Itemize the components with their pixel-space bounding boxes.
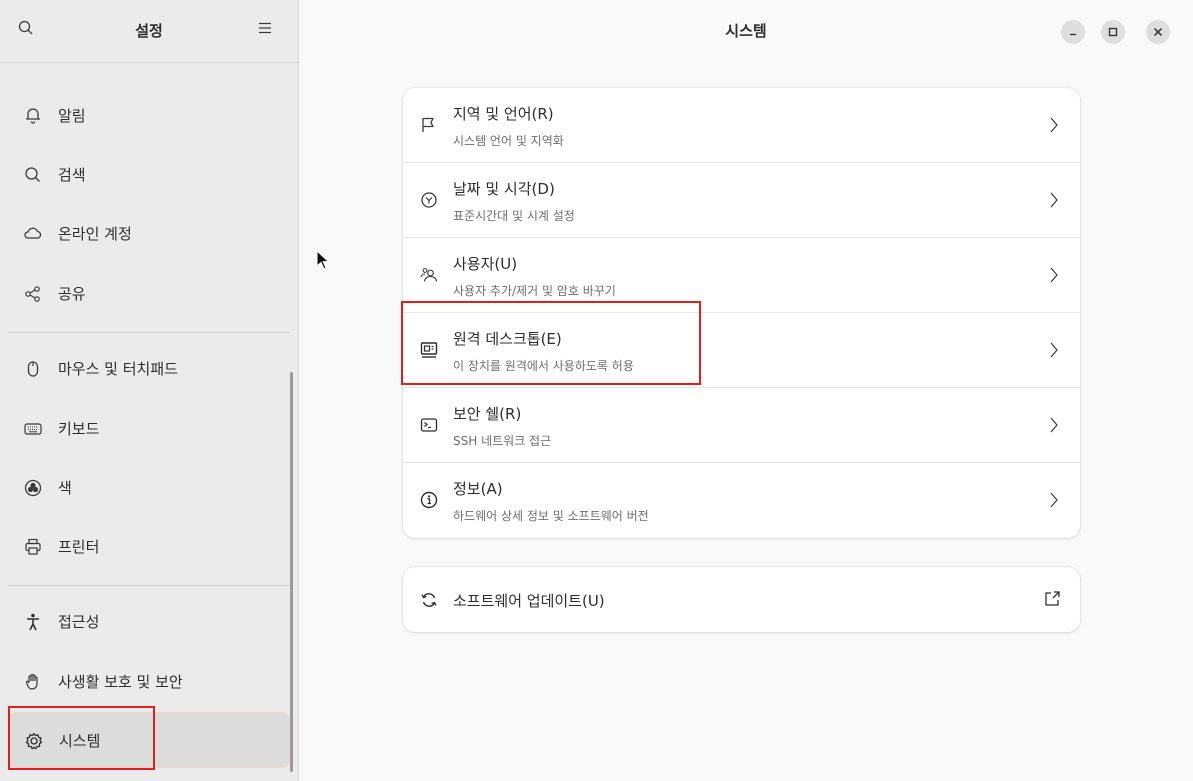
sidebar-header: 설정 — [0, 0, 298, 63]
mouse-cursor-icon — [316, 250, 330, 270]
sidebar-item-mouse-touchpad[interactable]: 마우스 및 터치패드 — [8, 341, 290, 397]
row-subtitle: 표준시간대 및 시계 설정 — [453, 209, 575, 223]
hamburger-menu-icon — [259, 22, 271, 34]
clock-icon — [421, 192, 437, 208]
row-title: 소프트웨어 업데이트(U) — [453, 592, 605, 610]
info-icon — [420, 491, 438, 509]
sidebar-item-notifications[interactable]: 알림 — [8, 88, 290, 144]
sidebar-scrollbar[interactable] — [290, 372, 293, 772]
cloud-icon — [24, 227, 42, 239]
search-icon — [25, 167, 40, 182]
row-users[interactable]: 사용자(U) 사용자 추가/제거 및 암호 바꾸기 — [403, 238, 1080, 313]
sidebar-item-printers[interactable]: 프린터 — [8, 519, 290, 575]
color-icon — [24, 479, 42, 497]
main-header: 시스템 — [299, 0, 1193, 62]
sidebar-item-label: 마우스 및 터치패드 — [58, 360, 178, 378]
menu-button[interactable] — [258, 20, 280, 42]
terminal-icon — [420, 418, 438, 432]
users-icon — [420, 268, 438, 282]
sidebar: ···앱 설정 알림 검색 온라인 계정 공유 — [0, 0, 299, 781]
chevron-right-icon — [1050, 492, 1058, 508]
sidebar-item-search[interactable]: 검색 — [8, 147, 290, 203]
sidebar-item-label: 사생활 보호 및 보안 — [58, 673, 183, 691]
row-title: 날짜 및 시각(D) — [453, 180, 555, 198]
chevron-right-icon — [1050, 267, 1058, 283]
row-subtitle: 사용자 추가/제거 및 암호 바꾸기 — [453, 284, 616, 298]
row-title: 지역 및 언어(R) — [453, 105, 554, 123]
sidebar-item-keyboard[interactable]: 키보드 — [8, 401, 290, 457]
row-software-update[interactable]: 소프트웨어 업데이트(U) — [403, 567, 1080, 632]
sidebar-item-label: 검색 — [58, 166, 86, 184]
sidebar-item-color[interactable]: 색 — [8, 460, 290, 516]
sidebar-item-label: 공유 — [58, 285, 86, 303]
row-title: 보안 쉘(R) — [453, 405, 522, 423]
row-subtitle: SSH 네트워크 접근 — [453, 434, 552, 448]
accessibility-icon — [27, 613, 39, 631]
row-subtitle: 시스템 언어 및 지역화 — [453, 134, 564, 148]
chevron-right-icon — [1050, 117, 1058, 133]
page-title: 시스템 — [725, 22, 767, 40]
keyboard-icon — [24, 423, 42, 435]
row-region-language[interactable]: 지역 및 언어(R) 시스템 언어 및 지역화 — [403, 88, 1080, 163]
sidebar-item-label: 키보드 — [58, 420, 100, 438]
sidebar-item-online-accounts[interactable]: 온라인 계정 — [8, 206, 290, 262]
sidebar-item-privacy-security[interactable]: 사생활 보호 및 보안 — [8, 654, 290, 710]
sidebar-item-label: 프린터 — [58, 538, 100, 556]
sidebar-divider — [8, 585, 290, 586]
refresh-icon — [421, 593, 437, 607]
sidebar-item-label: 색 — [58, 479, 72, 497]
sidebar-item-system[interactable]: 시스템 — [8, 712, 290, 768]
hand-icon — [25, 673, 38, 690]
row-date-time[interactable]: 날짜 및 시각(D) 표준시간대 및 시계 설정 — [403, 163, 1080, 238]
chevron-right-icon — [1050, 417, 1058, 433]
minimize-icon — [1070, 33, 1076, 36]
minimize-button[interactable] — [1061, 20, 1085, 44]
sidebar-title: 설정 — [135, 22, 163, 40]
software-update-card: 소프트웨어 업데이트(U) — [403, 567, 1080, 632]
sidebar-item-label: 온라인 계정 — [58, 225, 132, 243]
settings-window: ···앱 설정 알림 검색 온라인 계정 공유 — [0, 0, 1193, 781]
maximize-button[interactable] — [1101, 20, 1125, 44]
sidebar-item-label: 시스템 — [59, 732, 101, 750]
remote-desktop-icon — [420, 342, 438, 358]
mouse-icon — [27, 361, 39, 377]
close-button[interactable] — [1146, 20, 1170, 44]
row-about[interactable]: 정보(A) 하드웨어 상세 정보 및 소프트웨어 버전 — [403, 463, 1080, 538]
sidebar-item-accessibility[interactable]: 접근성 — [8, 594, 290, 650]
bell-icon — [26, 108, 40, 124]
row-secure-shell[interactable]: 보안 쉘(R) SSH 네트워크 접근 — [403, 388, 1080, 463]
gear-icon — [25, 732, 43, 750]
system-settings-list: 지역 및 언어(R) 시스템 언어 및 지역화 날짜 및 시각(D) 표준시간대… — [403, 88, 1080, 538]
chevron-right-icon — [1050, 192, 1058, 208]
row-remote-desktop[interactable]: 원격 데스크톱(E) 이 장치를 원격에서 사용하도록 허용 — [403, 313, 1080, 388]
external-link-icon — [1045, 591, 1060, 606]
row-subtitle: 이 장치를 원격에서 사용하도록 허용 — [453, 359, 634, 373]
chevron-right-icon — [1050, 342, 1058, 358]
flag-icon — [422, 117, 434, 132]
share-icon — [25, 286, 40, 302]
row-title: 정보(A) — [453, 480, 503, 498]
maximize-icon — [1108, 27, 1118, 37]
sidebar-item-label: 알림 — [58, 107, 86, 125]
sidebar-divider — [8, 332, 290, 333]
row-title: 사용자(U) — [453, 255, 518, 273]
sidebar-item-label: 접근성 — [58, 613, 100, 631]
row-subtitle: 하드웨어 상세 정보 및 소프트웨어 버전 — [453, 509, 649, 523]
close-icon — [1153, 27, 1163, 37]
row-title: 원격 데스크톱(E) — [453, 330, 562, 348]
printer-icon — [25, 538, 41, 555]
sidebar-item-sharing[interactable]: 공유 — [8, 266, 290, 322]
